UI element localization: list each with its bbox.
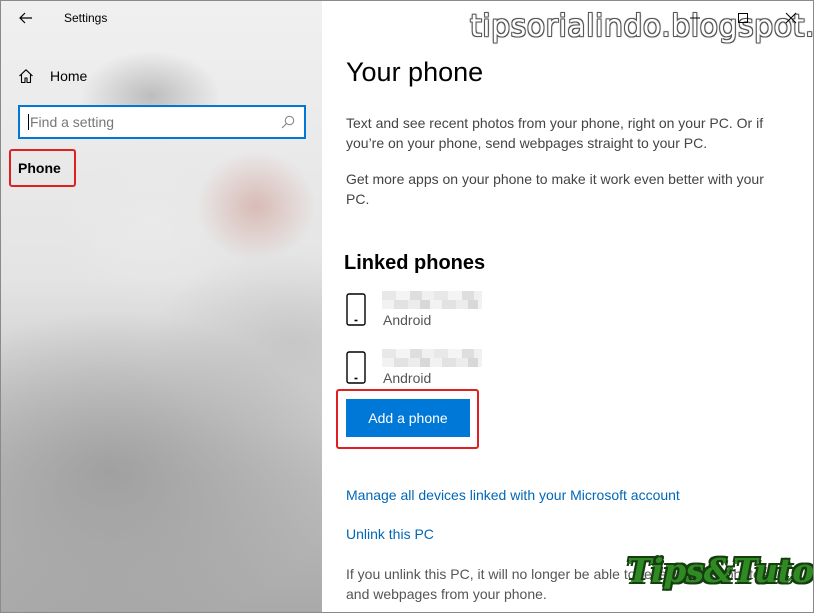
page-title: Your phone [346,57,484,87]
sidebar-item-phone-label: Phone [18,160,61,176]
search-input[interactable] [30,114,280,130]
linked-device[interactable]: Android [344,289,544,329]
close-icon [785,12,797,24]
minimize-button[interactable] [671,1,719,35]
smartphone-icon [346,293,366,326]
close-button[interactable] [767,1,813,35]
sidebar-item-home-label: Home [50,68,88,84]
content-pane: tipsorialindo.blogspot.com Your phone Te… [322,1,814,612]
unlink-pc-link[interactable]: Unlink this PC [346,526,434,542]
highlight-box: Add a phone [336,389,479,449]
add-phone-button[interactable]: Add a phone [346,399,470,437]
sidebar-item-phone[interactable]: Phone [9,149,76,187]
maximize-button[interactable] [719,1,767,35]
description-more-apps: Get more apps on your phone to make it w… [346,171,764,207]
maximize-icon [738,13,748,23]
back-arrow-icon [19,12,32,24]
device-os: Android [383,312,432,328]
device-name-redacted [382,291,482,309]
app-title: Settings [64,11,108,25]
search-box[interactable] [18,105,306,139]
home-icon [15,65,37,87]
navigation-pane: Settings Home Phone [1,1,322,612]
manage-devices-link[interactable]: Manage all devices linked with your Micr… [346,487,680,503]
device-name-redacted [382,349,482,367]
text-caret [28,114,29,130]
minimize-icon [690,17,700,19]
settings-window: Settings Home Phone tips [0,0,814,613]
linked-phones-heading: Linked phones [344,252,486,274]
title-bar: Settings [1,1,322,35]
device-os: Android [383,370,432,386]
sidebar-item-home[interactable]: Home [15,63,305,89]
smartphone-icon [346,351,366,384]
search-icon[interactable] [280,114,296,130]
back-button[interactable] [15,7,37,29]
description-text: Text and see recent photos from your pho… [346,115,764,151]
linked-device[interactable]: Android [344,347,544,387]
window-controls [671,1,813,35]
tips-tutorial-logo: Tips&Tutorial [627,551,814,590]
